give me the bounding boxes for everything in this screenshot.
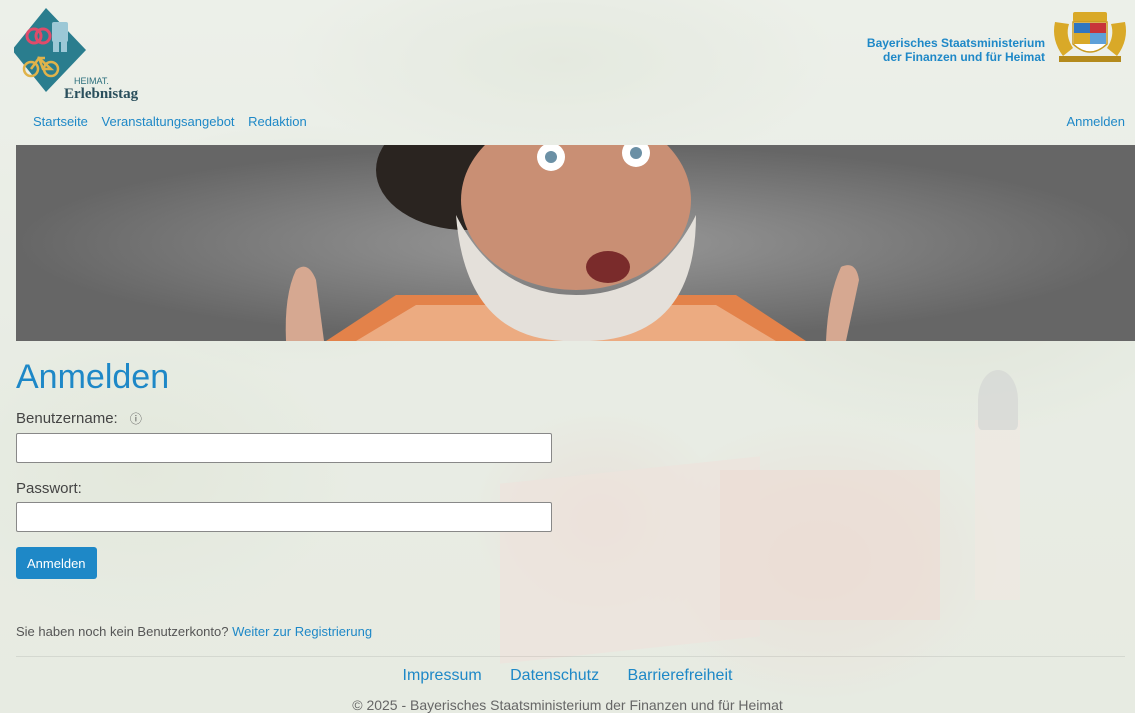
hero-banner-image [16, 145, 1135, 341]
heimat-erlebnistag-logo[interactable]: HEIMAT. Erlebnistag [12, 6, 144, 104]
username-label: Benutzername: ⓘ [16, 410, 142, 427]
ministry-line-2: der Finanzen und für Heimat [882, 50, 1045, 64]
nav-item-veranstaltungsangebot[interactable]: Veranstaltungsangebot [102, 114, 235, 129]
nav-item-redaktion[interactable]: Redaktion [248, 114, 307, 129]
password-label: Passwort: [16, 480, 82, 497]
username-input[interactable] [16, 433, 552, 463]
svg-text:Erlebnistag: Erlebnistag [64, 86, 139, 102]
ministry-line-1: Bayerisches Staatsministerium [866, 36, 1045, 50]
footer-link-impressum[interactable]: Impressum [403, 667, 482, 684]
register-link[interactable]: Weiter zur Registrierung [232, 624, 372, 639]
info-icon[interactable]: ⓘ [130, 410, 142, 427]
nav-login-link[interactable]: Anmelden [1066, 114, 1125, 129]
page-title: Anmelden [16, 358, 170, 396]
main-navigation: Startseite Veranstaltungsangebot Redakti… [33, 114, 317, 129]
password-input[interactable] [16, 502, 552, 532]
svg-text:HEIMAT.: HEIMAT. [74, 76, 109, 86]
username-label-text: Benutzername: [16, 410, 118, 427]
login-button[interactable]: Anmelden [16, 547, 97, 579]
nav-item-startseite[interactable]: Startseite [33, 114, 88, 129]
footer-divider [16, 656, 1125, 657]
ministry-name[interactable]: Bayerisches Staatsministerium der Finanz… [867, 36, 1045, 64]
footer-link-datenschutz[interactable]: Datenschutz [510, 667, 599, 684]
register-prompt: Sie haben noch kein Benutzerkonto? Weite… [16, 624, 372, 639]
copyright-text: © 2025 - Bayerisches Staatsministerium d… [352, 697, 783, 713]
footer-links: Impressum Datenschutz Barrierefreiheit [0, 667, 1135, 685]
footer-link-barrierefreiheit[interactable]: Barrierefreiheit [628, 667, 733, 684]
bavarian-crest-icon[interactable] [1051, 10, 1129, 64]
logo-graphic: HEIMAT. Erlebnistag [12, 8, 139, 102]
register-prompt-text: Sie haben noch kein Benutzerkonto? [16, 624, 229, 639]
